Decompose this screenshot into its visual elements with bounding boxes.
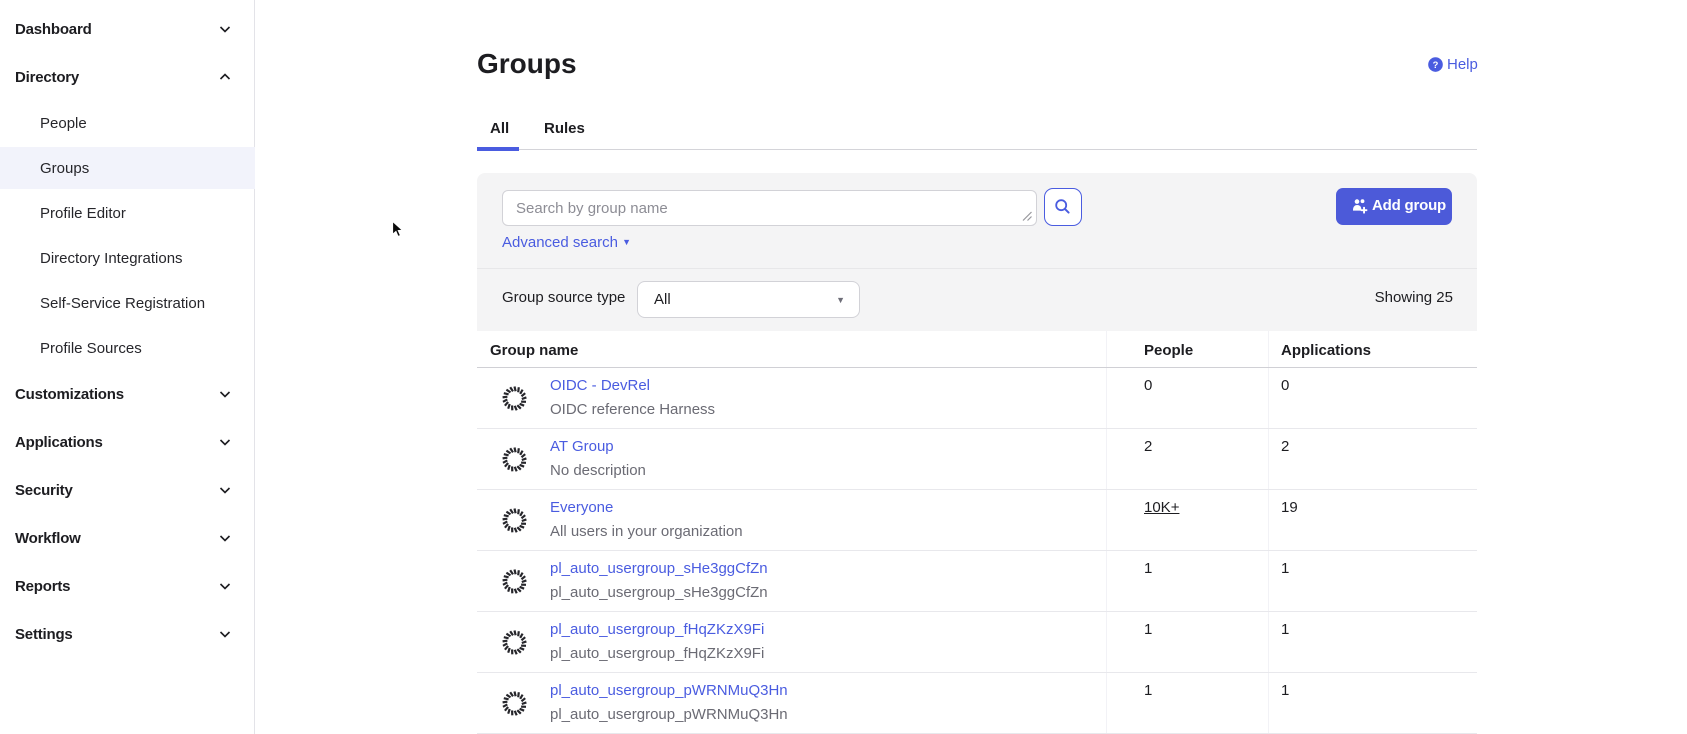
svg-text:?: ? xyxy=(1433,60,1439,70)
